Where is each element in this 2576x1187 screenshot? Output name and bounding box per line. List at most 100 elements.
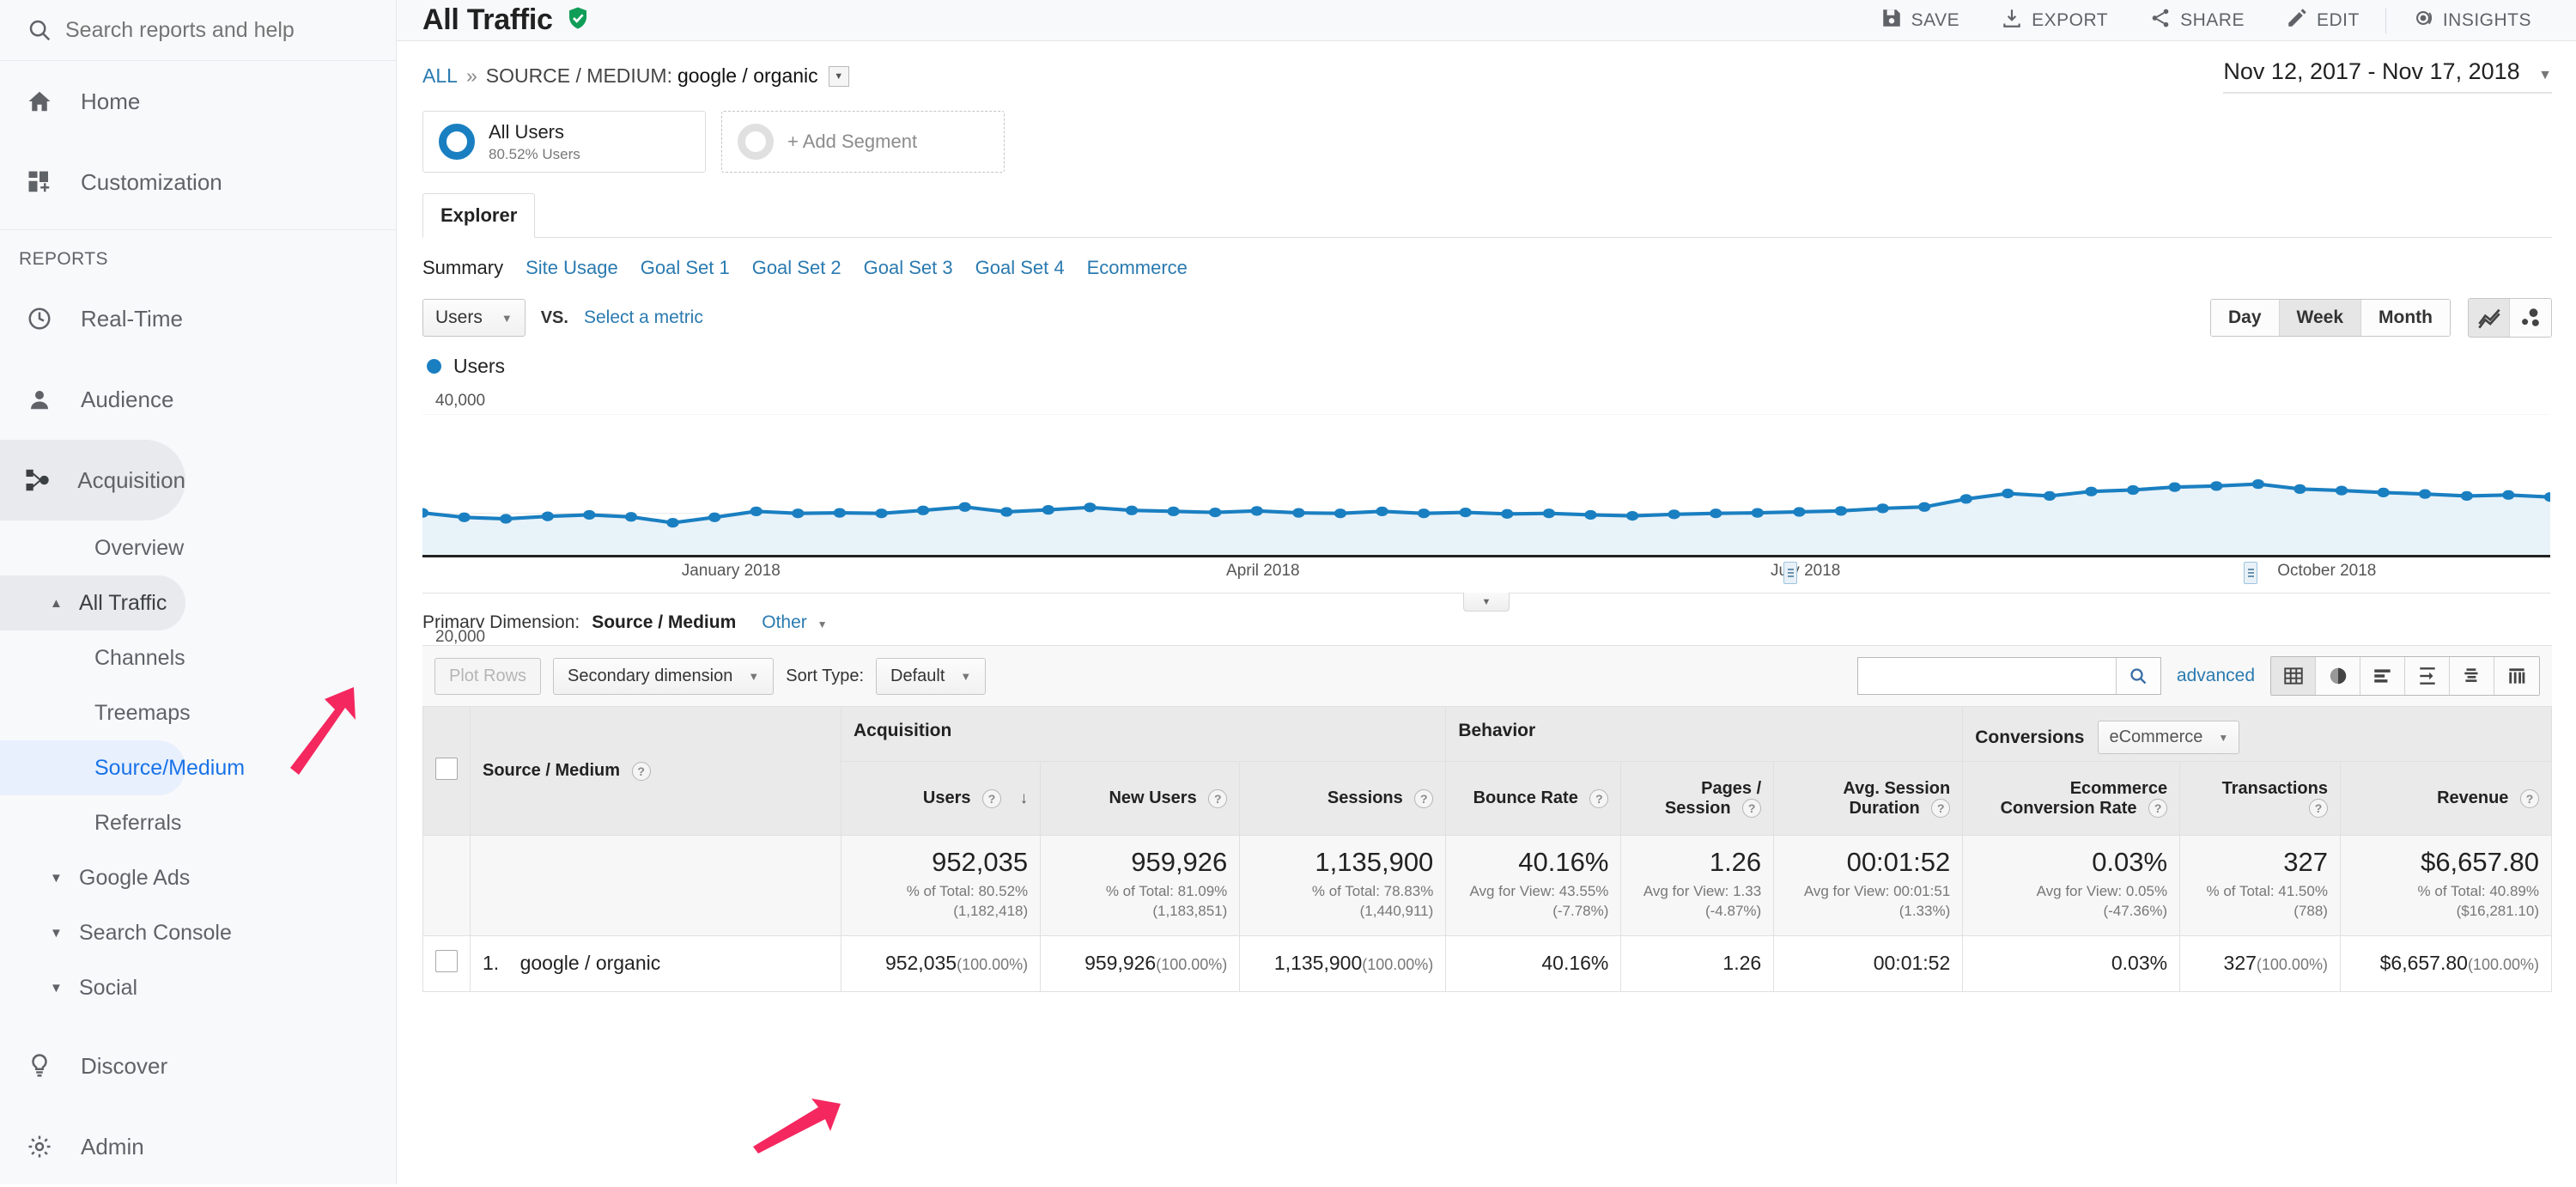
chart-data-point[interactable] bbox=[1501, 509, 1513, 519]
sidebar-item-home[interactable]: Home bbox=[0, 61, 396, 142]
help-icon[interactable]: ? bbox=[982, 789, 1001, 808]
conversions-type-select[interactable]: eCommerce ▼ bbox=[2098, 721, 2239, 754]
chart-data-point[interactable] bbox=[1584, 510, 1596, 520]
sidebar-item-overview[interactable]: Overview bbox=[0, 520, 396, 575]
help-icon[interactable]: ? bbox=[1589, 789, 1608, 808]
chart-data-point[interactable] bbox=[666, 518, 678, 527]
search-reports-row[interactable] bbox=[0, 0, 396, 61]
chart-data-point[interactable] bbox=[875, 508, 887, 518]
tab-goal-set-2[interactable]: Goal Set 2 bbox=[752, 257, 841, 279]
insights-button[interactable]: INSIGHTS bbox=[2391, 0, 2552, 41]
chart-data-point[interactable] bbox=[1918, 502, 1930, 512]
primary-dimension-other[interactable]: Other ▼ bbox=[762, 612, 827, 633]
chart-range-handle-left[interactable] bbox=[1783, 562, 1797, 584]
sidebar-item-treemaps[interactable]: Treemaps bbox=[0, 685, 396, 740]
share-button[interactable]: SHARE bbox=[2129, 0, 2265, 41]
chart-data-point[interactable] bbox=[583, 510, 595, 520]
chart-data-point[interactable] bbox=[1334, 508, 1346, 518]
chart-data-point[interactable] bbox=[1835, 506, 1847, 515]
sidebar-item-social[interactable]: ▼ Social bbox=[0, 960, 396, 1015]
chart-data-point[interactable] bbox=[1209, 508, 1221, 517]
row-checkbox[interactable] bbox=[435, 950, 458, 972]
chart-data-point[interactable] bbox=[959, 502, 971, 512]
chart-data-point[interactable] bbox=[2127, 485, 2139, 495]
chart-range-handle-right[interactable] bbox=[2244, 562, 2257, 584]
breadcrumb-dropdown-icon[interactable]: ▼ bbox=[829, 66, 849, 87]
plot-rows-button[interactable]: Plot Rows bbox=[434, 658, 541, 695]
sidebar-item-audience[interactable]: Audience bbox=[0, 359, 396, 440]
chart-data-point[interactable] bbox=[750, 507, 762, 516]
sidebar-item-all-traffic[interactable]: ▲ All Traffic bbox=[0, 575, 185, 630]
chart-data-point[interactable] bbox=[1710, 508, 1722, 518]
collapse-chart-button[interactable]: ▼ bbox=[1463, 593, 1510, 612]
help-icon[interactable]: ? bbox=[2148, 799, 2167, 818]
chart-data-point[interactable] bbox=[625, 512, 637, 521]
chart-data-point[interactable] bbox=[458, 513, 470, 522]
chart-data-point[interactable] bbox=[2461, 491, 2473, 501]
chart-data-point[interactable] bbox=[1167, 507, 1179, 516]
tab-goal-set-1[interactable]: Goal Set 1 bbox=[641, 257, 730, 279]
chart-data-point[interactable] bbox=[2502, 490, 2514, 500]
search-icon[interactable] bbox=[2116, 658, 2160, 694]
sidebar-item-referrals[interactable]: Referrals bbox=[0, 795, 396, 850]
chart-data-point[interactable] bbox=[1042, 505, 1054, 514]
chart-data-point[interactable] bbox=[2210, 481, 2222, 490]
chart-data-point[interactable] bbox=[1251, 506, 1263, 515]
chart-data-point[interactable] bbox=[1000, 507, 1012, 516]
granularity-day[interactable]: Day bbox=[2211, 300, 2280, 336]
advanced-filter-link[interactable]: advanced bbox=[2177, 666, 2255, 686]
pie-view-icon[interactable] bbox=[2316, 657, 2360, 695]
table-view-icon[interactable] bbox=[2271, 657, 2316, 695]
sort-type-select[interactable]: Default ▼ bbox=[876, 658, 986, 695]
chart-data-point[interactable] bbox=[2168, 482, 2180, 491]
secondary-dimension-select[interactable]: Secondary dimension ▼ bbox=[553, 658, 774, 695]
chart-data-point[interactable] bbox=[2044, 491, 2056, 501]
sidebar-item-search-console[interactable]: ▼ Search Console bbox=[0, 905, 396, 960]
tab-site-usage[interactable]: Site Usage bbox=[526, 257, 618, 279]
export-button[interactable]: EXPORT bbox=[1980, 0, 2129, 41]
sidebar-item-acquisition[interactable]: Acquisition bbox=[0, 440, 185, 520]
column-header-transactions[interactable]: Transactions ? bbox=[2180, 762, 2341, 836]
segment-all-users[interactable]: All Users 80.52% Users bbox=[422, 111, 706, 173]
date-range-value-wrap[interactable]: Nov 12, 2017 - Nov 17, 2018 ▼ bbox=[2223, 58, 2552, 94]
chart-data-point[interactable] bbox=[834, 508, 846, 517]
chart-data-point[interactable] bbox=[1752, 508, 1764, 517]
tab-ecommerce[interactable]: Ecommerce bbox=[1087, 257, 1188, 279]
column-header-pages-session[interactable]: Pages / Session ? bbox=[1621, 762, 1774, 836]
primary-dimension-current[interactable]: Source / Medium bbox=[592, 612, 736, 633]
column-header-new-users[interactable]: New Users ? bbox=[1041, 762, 1240, 836]
chart-data-point[interactable] bbox=[1418, 508, 1430, 518]
chart-data-point[interactable] bbox=[1793, 507, 1805, 516]
column-header-avg-session-duration[interactable]: Avg. Session Duration ? bbox=[1774, 762, 1963, 836]
select-all-checkbox[interactable] bbox=[435, 758, 458, 780]
tab-goal-set-4[interactable]: Goal Set 4 bbox=[975, 257, 1065, 279]
column-header-revenue[interactable]: Revenue ? bbox=[2340, 762, 2551, 836]
help-icon[interactable]: ? bbox=[1414, 789, 1433, 808]
help-icon[interactable]: ? bbox=[632, 762, 651, 781]
table-row[interactable]: 1. google / organic 952,035(100.00%) 959… bbox=[423, 935, 2552, 991]
column-header-ecommerce-conversion-rate[interactable]: Ecommerce Conversion Rate ? bbox=[1963, 762, 2180, 836]
table-search-input[interactable] bbox=[1858, 658, 2116, 694]
sidebar-item-admin[interactable]: Admin bbox=[0, 1106, 396, 1187]
chart-data-point[interactable] bbox=[1460, 508, 1472, 517]
comparison-view-icon[interactable] bbox=[2405, 657, 2450, 695]
tab-summary[interactable]: Summary bbox=[422, 257, 503, 279]
help-icon[interactable]: ? bbox=[1208, 789, 1227, 808]
column-header-bounce-rate[interactable]: Bounce Rate ? bbox=[1446, 762, 1621, 836]
help-icon[interactable]: ? bbox=[2520, 789, 2539, 808]
chart-data-point[interactable] bbox=[1376, 507, 1388, 516]
search-input[interactable] bbox=[64, 17, 355, 44]
row-dimension-value[interactable]: google / organic bbox=[520, 952, 661, 974]
chart-data-point[interactable] bbox=[708, 513, 720, 522]
granularity-week[interactable]: Week bbox=[2280, 300, 2361, 336]
primary-metric-select[interactable]: Users ▼ bbox=[422, 299, 526, 337]
chart-data-point[interactable] bbox=[1626, 511, 1638, 520]
date-range-picker[interactable]: Nov 12, 2017 - Nov 17, 2018 ▼ bbox=[2223, 58, 2552, 94]
chart-data-point[interactable] bbox=[2419, 490, 2431, 499]
sidebar-item-source-medium[interactable]: Source/Medium bbox=[0, 740, 185, 795]
chart-data-point[interactable] bbox=[1876, 503, 1888, 513]
term-cloud-view-icon[interactable] bbox=[2450, 657, 2494, 695]
granularity-month[interactable]: Month bbox=[2361, 300, 2450, 336]
performance-view-icon[interactable] bbox=[2360, 657, 2405, 695]
chart-data-point[interactable] bbox=[1292, 508, 1304, 517]
